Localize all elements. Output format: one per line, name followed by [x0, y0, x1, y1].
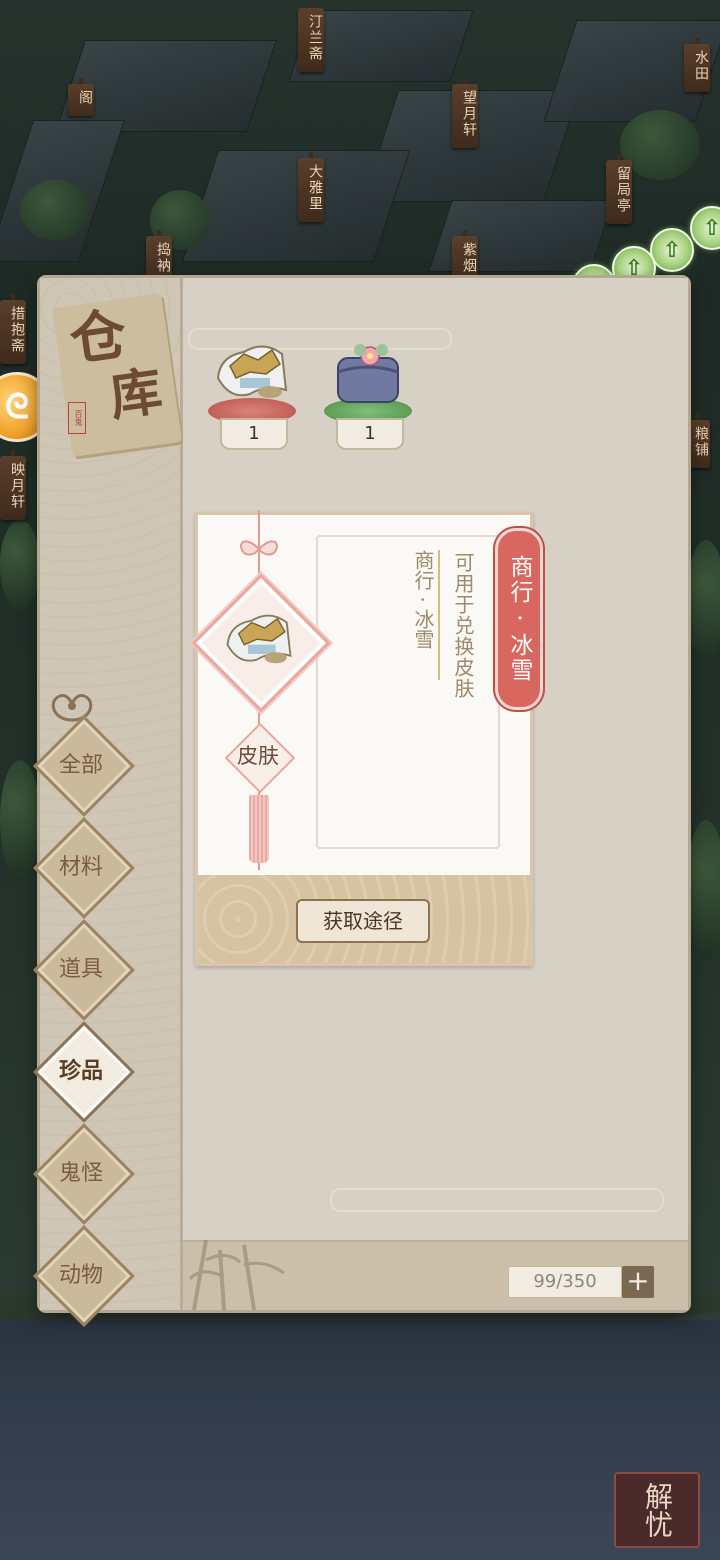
upgrade-arrow-icon[interactable]: ⇧: [650, 228, 694, 272]
map-sign[interactable]: 留局亭: [606, 154, 632, 224]
map-sign[interactable]: 望月轩: [452, 78, 478, 148]
tab-label: 材料: [58, 855, 103, 880]
map-sign[interactable]: 大雅里: [298, 152, 324, 222]
building-roof: [181, 150, 411, 262]
bamboo-decor-icon: [188, 1240, 285, 1310]
scroll-icon: [216, 345, 288, 398]
decor-line: [330, 1188, 664, 1212]
jieyou-button[interactable]: 解忧: [614, 1472, 700, 1548]
item-count: 1: [220, 418, 288, 450]
tab-materials[interactable]: 材料: [28, 812, 135, 919]
bow-knot-icon: [240, 540, 278, 556]
get-source-button[interactable]: 获取途径: [296, 899, 430, 943]
inventory-item[interactable]: 1: [204, 330, 300, 460]
tab-label: 全部: [58, 753, 103, 778]
map-sign[interactable]: 阁: [68, 78, 94, 116]
item-source: 商行 · 冰雪: [410, 550, 440, 680]
tassel-decor: [249, 795, 269, 863]
map-sign[interactable]: 紫烟: [452, 230, 478, 284]
expand-capacity-button[interactable]: +: [622, 1266, 654, 1298]
tab-ghosts[interactable]: 鬼怪: [28, 1118, 135, 1225]
map-sign[interactable]: 汀兰斋: [298, 2, 324, 72]
item-count: 1: [336, 418, 404, 450]
tree: [686, 820, 720, 960]
category-sidebar: 仓 库 百鬼 全部 材料 道具 珍品 鬼怪 动物: [33, 278, 183, 1327]
item-name-ribbon: 商行 · 冰雪: [495, 528, 543, 710]
tab-label: 动物: [58, 1263, 103, 1288]
map-sign[interactable]: 水田: [684, 38, 710, 92]
item-type-label: 皮肤: [237, 744, 279, 768]
item-description: 可用于兑换皮肤: [451, 552, 475, 699]
tab-animals[interactable]: 动物: [28, 1220, 135, 1327]
inventory-item[interactable]: 1: [320, 330, 416, 460]
tab-props[interactable]: 道具: [28, 914, 135, 1021]
tab-label: 珍品: [58, 1058, 103, 1084]
scroll-icon: [226, 614, 292, 664]
title-char: 库: [106, 360, 167, 429]
seal-stamp: 百鬼: [68, 402, 86, 434]
tree: [0, 520, 40, 610]
tab-treasures[interactable]: 珍品: [28, 1016, 135, 1123]
tree: [20, 180, 90, 240]
tree: [620, 110, 700, 180]
river-water: [0, 1320, 720, 1560]
map-sign[interactable]: 映月轩: [0, 450, 26, 520]
gift-box-icon: [337, 344, 399, 403]
map-sign[interactable]: 措抱斋: [0, 294, 26, 364]
storage-capacity: 99/350: [508, 1266, 622, 1298]
tab-label: 道具: [58, 957, 103, 982]
map-sign[interactable]: 捣衲: [146, 230, 172, 284]
upgrade-arrow-icon[interactable]: ⇧: [690, 206, 720, 250]
tree: [686, 540, 720, 660]
tab-label: 鬼怪: [58, 1161, 103, 1186]
tab-all[interactable]: 全部: [28, 710, 135, 817]
